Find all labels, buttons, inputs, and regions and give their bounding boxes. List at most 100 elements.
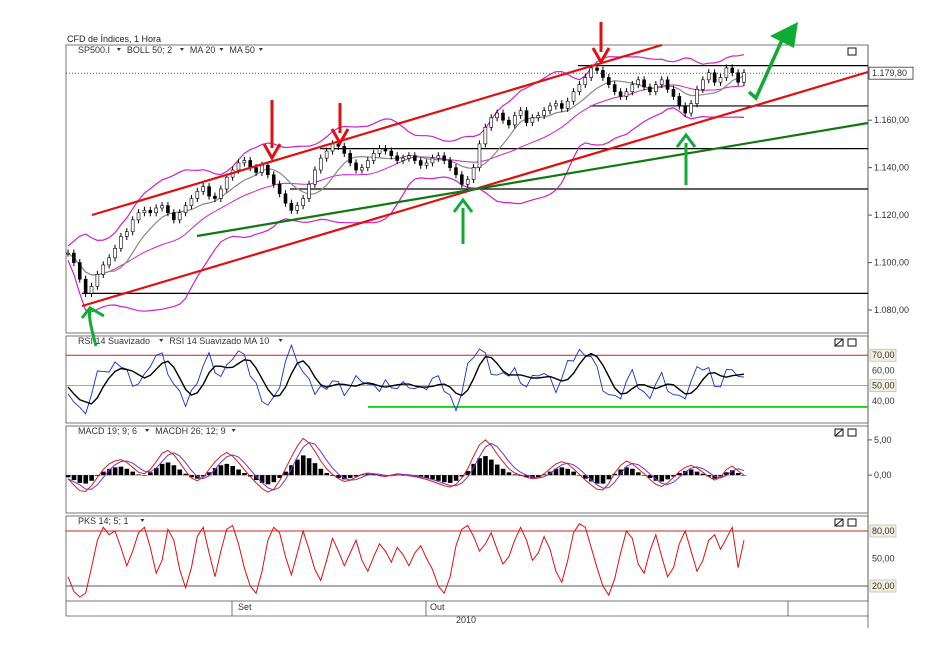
macd-histogram-bar	[489, 459, 494, 476]
rsi-maximize-icon	[847, 338, 857, 347]
price-candle-body	[107, 257, 111, 266]
price-candle-body	[224, 176, 229, 190]
price-candle-body	[154, 207, 158, 214]
macd-histogram-bar	[224, 463, 230, 476]
macd-histogram-bar	[594, 475, 600, 484]
macd-histogram-bar	[230, 465, 235, 476]
price-candle-body	[565, 100, 570, 109]
price-candle-body	[495, 112, 499, 119]
price-legend-2: MA 20	[190, 45, 216, 55]
macd-histogram-bar	[136, 474, 141, 476]
macd-maximize-icon	[847, 428, 857, 437]
macd-histogram-bar	[183, 473, 188, 476]
macd-histogram-bar	[442, 475, 447, 483]
price-candle-body	[571, 91, 576, 102]
price-candle-body	[712, 72, 717, 83]
price-candle-body	[471, 167, 476, 180]
macd-histogram-bar	[89, 475, 94, 481]
price-candle-body	[324, 150, 329, 159]
rsi-panel: RSI 14 Suavizado RSI 14 Suavizado MA 10 70…	[66, 336, 897, 415]
price-candle-body	[177, 212, 182, 221]
price-candle-body	[665, 79, 670, 90]
macd-histogram-bar	[271, 475, 277, 483]
price-candle-body	[736, 72, 740, 83]
x-axis-year: 2010	[456, 615, 476, 625]
price-legend-3: MA 50	[229, 45, 255, 55]
macd-histogram-bar	[436, 475, 441, 481]
macd-histogram-bar	[218, 465, 224, 476]
dropdown-icon	[116, 48, 121, 51]
rsi-ma-line	[67, 352, 745, 405]
macd-histogram-bar	[447, 475, 453, 483]
price-candle-body	[236, 162, 241, 171]
price-candle-body	[465, 179, 470, 185]
macd-histogram-bar	[453, 475, 459, 481]
price-candle-body	[172, 212, 176, 221]
price-candle-body	[283, 193, 288, 204]
dropdown-icon	[159, 339, 164, 342]
price-candle-body	[460, 174, 464, 185]
macd-histogram-bar	[559, 467, 565, 476]
macd-histogram-bar	[306, 458, 312, 476]
macd-histogram-bar	[159, 463, 165, 476]
price-candle-body	[113, 248, 117, 259]
price-candle-body	[401, 157, 405, 161]
macd-histogram-bar	[165, 462, 171, 476]
macd-histogram-bar	[512, 474, 518, 476]
macd-histogram-bar	[630, 468, 635, 476]
price-candle-body	[606, 77, 611, 85]
green-up-arrow-large	[747, 39, 784, 101]
price-candle-body	[295, 205, 300, 211]
price-candle-body	[689, 103, 693, 114]
macd-histogram-bar	[236, 469, 241, 476]
pks-y-tick-label: 80,00	[872, 526, 895, 536]
macd-histogram-bar	[171, 465, 177, 476]
price-candle-body	[418, 160, 423, 166]
price-candle-body	[630, 84, 635, 93]
price-legend-1: BOLL 50; 2	[127, 45, 172, 55]
price-candle-body	[183, 205, 188, 214]
price-candle-body	[448, 160, 452, 168]
price-candle-body	[530, 117, 535, 123]
macd-histogram-bar	[688, 469, 694, 476]
price-candle-body	[413, 155, 417, 161]
price-y-tick-label: 1.100,00	[874, 258, 909, 268]
price-candle-body	[583, 77, 588, 85]
price-candle-body	[166, 205, 170, 214]
price-y-tick-label: 1.140,00	[874, 163, 909, 173]
price-candle-body	[77, 262, 82, 280]
price-candle-body	[677, 96, 682, 107]
price-candle-body	[271, 174, 276, 185]
price-candle-body	[242, 160, 247, 164]
price-candle-body	[518, 110, 523, 116]
price-y-tick-label: 1.160,00	[874, 115, 909, 125]
macd-histogram-bar	[694, 471, 700, 476]
ma50-line	[67, 84, 745, 276]
price-candle-body	[501, 112, 505, 121]
macd-histogram-bar	[635, 472, 641, 476]
macd-histogram-bar	[347, 475, 353, 478]
price-candle-body	[301, 198, 305, 206]
rsi-y-tick-label: 40,00	[872, 396, 895, 406]
price-candle-body	[395, 155, 399, 161]
price-candle-body	[66, 252, 70, 255]
price-candle-body	[442, 155, 447, 161]
dropdown-icon	[179, 48, 184, 51]
price-candle-body	[254, 167, 258, 173]
price-candle-body	[618, 91, 623, 97]
pks-maximize-icon	[847, 518, 857, 527]
price-candle-body	[195, 191, 200, 199]
price-candle-body	[524, 110, 529, 123]
macd-histogram-bar	[295, 459, 300, 476]
macd-y-tick-label: 5,00	[874, 435, 892, 445]
macd-histogram-bar	[112, 467, 118, 476]
macd-histogram-bar	[735, 473, 741, 476]
price-candle-body	[659, 79, 664, 85]
rsi-y-tick-label: 60,00	[872, 365, 895, 375]
price-candle-body	[642, 79, 646, 88]
macd-histogram-bar	[83, 475, 89, 484]
price-candle-body	[266, 164, 270, 176]
price-candle-body	[313, 169, 317, 185]
price-y-tick-label: 1.120,00	[874, 210, 909, 220]
price-candle-body	[536, 115, 541, 119]
